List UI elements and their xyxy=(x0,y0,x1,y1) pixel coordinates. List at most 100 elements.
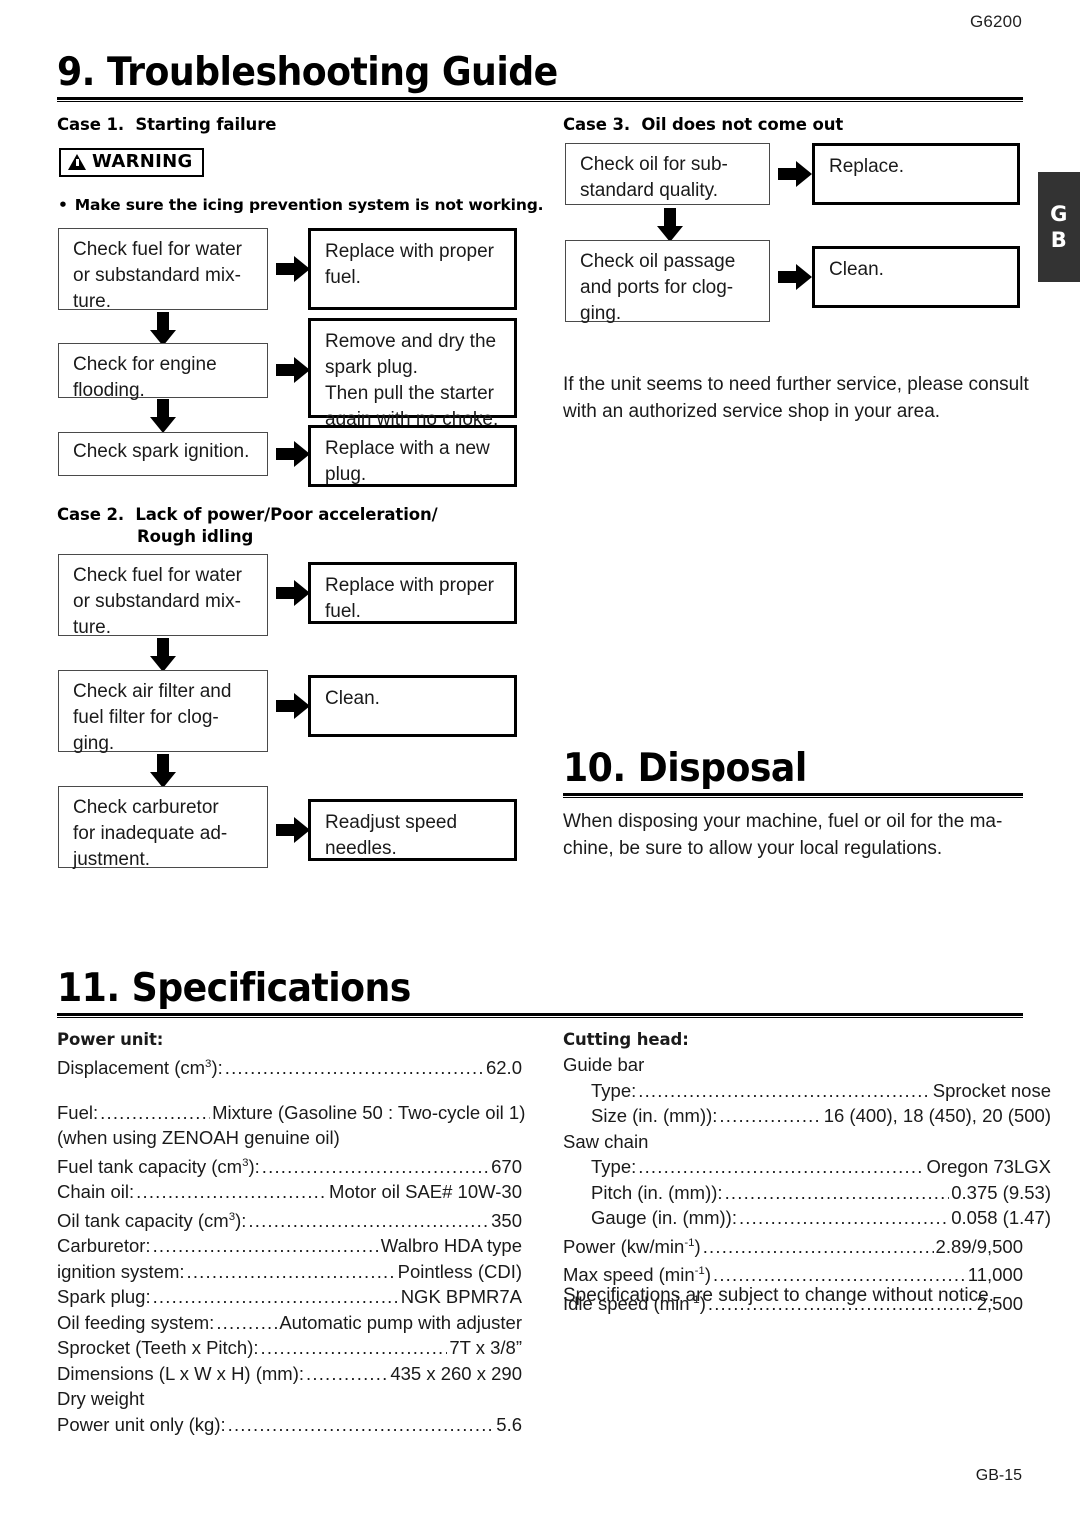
arrow-right-icon xyxy=(276,817,310,843)
spec-row: Oil tank capacity (cm3):................… xyxy=(57,1205,522,1234)
case2-check-box-3: Check carburetor for inadequate ad- just… xyxy=(58,786,268,870)
spec-row-label: Sprocket (Teeth x Pitch): xyxy=(57,1337,259,1359)
spec-row-leader: ........................................… xyxy=(306,1362,389,1384)
spec-row-leader: ........................................… xyxy=(260,1337,448,1359)
case1-action-box-1: Replace with proper fuel. xyxy=(308,228,517,310)
case1-check-text-1: Check fuel for water or substandard mix-… xyxy=(73,239,242,312)
case1-check-box-2: Check for engine flooding. xyxy=(58,343,268,401)
section-heading-troubleshooting: 9. Troubleshooting Guide xyxy=(57,52,1023,102)
spec-plain-line: Guide bar xyxy=(563,1054,645,1075)
spec-row-value: Pointless (CDI) xyxy=(397,1260,522,1282)
spec-row-leader: ........................................… xyxy=(224,1057,484,1079)
arrow-right-icon xyxy=(276,357,310,383)
spec-row-label: Dimensions (L x W x H) (mm): xyxy=(57,1362,305,1384)
arrow-right-icon xyxy=(276,580,310,606)
spec-row-value: Walbro HDA type xyxy=(380,1235,522,1257)
spec-row-label: Displacement (cm3): xyxy=(57,1057,223,1079)
case2-check-text-1: Check fuel for water or substandard mix-… xyxy=(73,565,242,638)
spec-row-leader: ........................................… xyxy=(702,1235,934,1257)
spec-row-label: Type: xyxy=(591,1156,637,1177)
spec-plain-line: Dry weight xyxy=(57,1388,145,1410)
spec-row-value: NGK BPMR7A xyxy=(400,1286,522,1308)
spec-row-leader: ........................................… xyxy=(136,1181,327,1203)
spec-row-value: Oregon 73LGX xyxy=(926,1156,1051,1177)
case2-action-box-1: Replace with proper fuel. xyxy=(308,562,517,624)
section-title-disposal: 10. Disposal xyxy=(563,746,807,791)
spec-row: Sprocket (Teeth x Pitch):...............… xyxy=(57,1335,522,1361)
case2-check-box-2: Check air filter and fuel filter for clo… xyxy=(58,670,268,754)
arrow-down-icon xyxy=(150,312,176,346)
spec-row-leader: ........................................… xyxy=(261,1155,490,1177)
section-title-troubleshooting: 9. Troubleshooting Guide xyxy=(57,50,558,95)
arrow-down-icon xyxy=(150,638,176,672)
page-number: GB-15 xyxy=(975,1467,1022,1484)
spec-row: Power unit only (kg):...................… xyxy=(57,1412,522,1438)
disposal-body: When disposing your machine, fuel or oil… xyxy=(563,811,1003,859)
case1-check-text-3: Check spark ignition. xyxy=(73,441,250,462)
spec-row-label: Gauge (in. (mm)): xyxy=(591,1207,737,1228)
spec-row-label: Chain oil: xyxy=(57,1181,135,1203)
case1-action-box-3: Replace with a new plug. xyxy=(308,425,517,487)
spec-row: Chain oil:..............................… xyxy=(57,1179,522,1205)
spec-row-label: Fuel tank capacity (cm3): xyxy=(57,1155,260,1177)
arrow-right-icon xyxy=(276,441,310,467)
language-tab-gb: G B xyxy=(1038,172,1080,282)
document-page: G6200 G B 9. Troubleshooting Guide Case … xyxy=(0,0,1080,1523)
spec-row-value: 350 xyxy=(491,1209,522,1231)
spec-rows-cutting-head: Guide bar Type:..........................… xyxy=(563,1052,1051,1316)
spec-heading-cutting-head: Cutting head: xyxy=(563,1030,689,1049)
case3-check-text-2: Check oil passage and ports for clog- gi… xyxy=(580,251,736,324)
spec-row-label: Power unit only (kg): xyxy=(57,1413,226,1435)
arrow-right-icon xyxy=(778,161,812,187)
spec-row-value: 7T x 3/8” xyxy=(449,1337,522,1359)
spec-plain-line: Saw chain xyxy=(563,1130,649,1152)
spec-row-value: Automatic pump with adjuster xyxy=(279,1311,522,1333)
specs-change-notice: Specifications are subject to change wit… xyxy=(563,1285,994,1306)
spec-row: Size (in. (mm)):........................… xyxy=(563,1103,1051,1129)
spec-row-label: Oil feeding system: xyxy=(57,1311,215,1333)
language-tab-line2: B xyxy=(1050,228,1068,252)
case1-action-text-3: Replace with a new plug. xyxy=(325,438,490,485)
spec-row-leader: ........................................… xyxy=(152,1286,399,1308)
case2-title-line2: Rough idling xyxy=(137,527,254,546)
warning-triangle-icon xyxy=(68,154,86,170)
case1-check-box-1: Check fuel for water or substandard mix-… xyxy=(58,228,268,312)
model-code: G6200 xyxy=(969,12,1022,31)
spec-row-leader: ........................................… xyxy=(186,1260,396,1282)
spec-row-label: Type: xyxy=(591,1079,637,1101)
case2-check-text-3: Check carburetor for inadequate ad- just… xyxy=(73,797,228,870)
spec-spacer xyxy=(57,1081,522,1100)
case2-check-text-2: Check air filter and fuel filter for clo… xyxy=(73,681,232,754)
case1-warning-bullet-text: Make sure the icing prevention system is… xyxy=(74,196,544,214)
spec-row-label: Oil tank capacity (cm3): xyxy=(57,1209,247,1231)
spec-row-value: Motor oil SAE# 10W-30 xyxy=(329,1181,522,1203)
spec-row: Oil feeding system:.....................… xyxy=(57,1310,522,1336)
spec-row-value: 0.058 (1.47) xyxy=(951,1207,1051,1228)
spec-row: Pitch (in. (mm)):.......................… xyxy=(563,1180,1051,1206)
case3-check-text-1: Check oil for sub- standard quality. xyxy=(580,154,728,201)
spec-row-leader: ........................................… xyxy=(100,1101,210,1123)
spec-row-value: 16 (400), 18 (450), 20 (500) xyxy=(823,1105,1051,1126)
spec-row-leader: ........................................… xyxy=(719,1105,822,1126)
case2-action-box-3: Readjust speed needles. xyxy=(308,799,517,861)
spec-row: Fuel:...................................… xyxy=(57,1100,525,1126)
spec-row: Gauge (in. (mm)):.......................… xyxy=(563,1205,1051,1231)
spec-row-value: 2.89/9,500 xyxy=(935,1235,1023,1257)
arrow-down-icon xyxy=(657,208,683,242)
section-heading-disposal: 10. Disposal xyxy=(563,748,1023,798)
spec-row-value: 670 xyxy=(491,1155,522,1177)
spec-row-label: Size (in. (mm)): xyxy=(591,1105,718,1126)
spec-row: ignition system:........................… xyxy=(57,1259,522,1285)
spec-group-cutting-head: Cutting head: Guide bar Type:............… xyxy=(563,1028,1051,1316)
spec-row-label: Power (kw/min-1) xyxy=(563,1235,701,1257)
spec-group-power-unit: Power unit: Displacement (cm3):.........… xyxy=(57,1028,525,1438)
spec-row-value: 5.6 xyxy=(496,1413,522,1435)
bullet-icon: • xyxy=(58,196,68,214)
case2-title-line1: Case 2. Lack of power/Poor acceleration/ xyxy=(57,505,438,524)
spec-row-leader: ........................................… xyxy=(738,1207,950,1228)
spec-rows-power-unit: Displacement (cm3):.....................… xyxy=(57,1052,525,1438)
section-rule xyxy=(57,97,1023,102)
spec-plain-line: (when using ZENOAH genuine oil) xyxy=(57,1127,340,1149)
spec-row-label: Carburetor: xyxy=(57,1235,151,1257)
spec-row-label: ignition system: xyxy=(57,1260,185,1282)
